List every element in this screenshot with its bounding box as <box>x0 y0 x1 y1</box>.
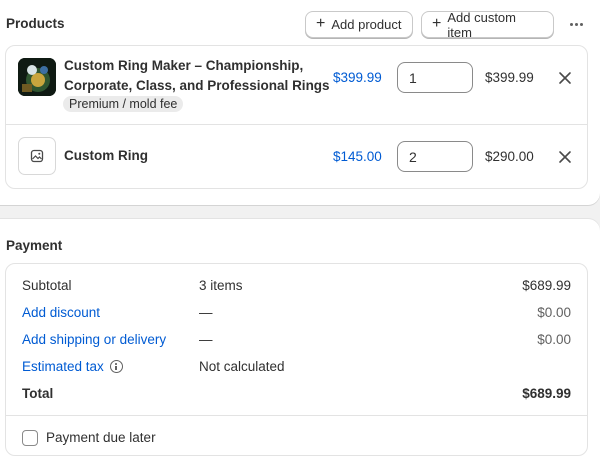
shipping-row: Add shipping or delivery — $0.00 <box>22 332 571 350</box>
tax-row: Estimated tax Not calculated <box>22 359 571 377</box>
image-placeholder-icon[interactable] <box>18 137 56 175</box>
payment-heading: Payment <box>6 238 63 253</box>
add-product-label: Add product <box>331 17 402 32</box>
payment-card: Payment Subtotal 3 items $689.99 Add dis… <box>0 219 600 466</box>
remove-item-icon[interactable] <box>558 71 572 85</box>
total-label: Total <box>22 386 54 401</box>
product-list: Custom Ring Maker – Championship, Corpor… <box>5 45 588 189</box>
subtotal-amount: $689.99 <box>522 278 571 293</box>
info-icon[interactable] <box>109 360 123 373</box>
payment-due-later-checkbox[interactable] <box>22 430 38 446</box>
product-title[interactable]: Custom Ring <box>64 146 148 166</box>
payment-summary: Subtotal 3 items $689.99 Add discount — … <box>5 263 588 456</box>
line-total: $290.00 <box>485 149 534 164</box>
variant-badge: Premium / mold fee <box>63 96 184 112</box>
line-total: $399.99 <box>485 70 534 85</box>
tax-label-group: Estimated tax <box>22 359 123 374</box>
shipping-detail: — <box>199 332 213 347</box>
row-divider <box>6 124 587 125</box>
subtotal-row: Subtotal 3 items $689.99 <box>22 278 571 296</box>
tax-detail: Not calculated <box>199 359 285 374</box>
unit-price-link[interactable]: $399.99 <box>333 70 382 85</box>
products-card: Products + Add product + Add custom item… <box>0 0 600 205</box>
subtotal-items: 3 items <box>199 278 243 293</box>
total-amount: $689.99 <box>522 386 571 401</box>
add-product-button[interactable]: + Add product <box>305 11 413 38</box>
plus-icon: + <box>432 15 442 32</box>
summary-divider <box>6 415 587 416</box>
add-custom-item-button[interactable]: + Add custom item <box>421 9 554 40</box>
plus-icon: + <box>316 15 326 32</box>
remove-item-icon[interactable] <box>558 150 572 164</box>
more-actions-icon[interactable] <box>566 14 586 34</box>
quantity-input[interactable]: 2 <box>397 141 473 172</box>
unit-price-link[interactable]: $145.00 <box>333 149 382 164</box>
discount-row: Add discount — $0.00 <box>22 305 571 323</box>
product-title-line[interactable]: Custom Ring Maker – Championship, <box>64 56 303 76</box>
add-custom-item-label: Add custom item <box>447 9 516 40</box>
add-discount-link[interactable]: Add discount <box>22 305 100 320</box>
discount-detail: — <box>199 305 213 320</box>
total-row: Total $689.99 <box>22 386 571 404</box>
payment-due-later-label[interactable]: Payment due later <box>46 430 156 445</box>
discount-amount: $0.00 <box>537 305 571 320</box>
product-thumbnail[interactable] <box>18 58 56 96</box>
add-shipping-link[interactable]: Add shipping or delivery <box>22 332 166 347</box>
shipping-amount: $0.00 <box>537 332 571 347</box>
product-title-line[interactable]: Corporate, Class, and Professional Rings <box>64 76 330 96</box>
estimated-tax-link[interactable]: Estimated tax <box>22 359 104 374</box>
quantity-input[interactable]: 1 <box>397 62 473 93</box>
subtotal-label: Subtotal <box>22 278 72 293</box>
products-heading: Products <box>6 16 65 31</box>
